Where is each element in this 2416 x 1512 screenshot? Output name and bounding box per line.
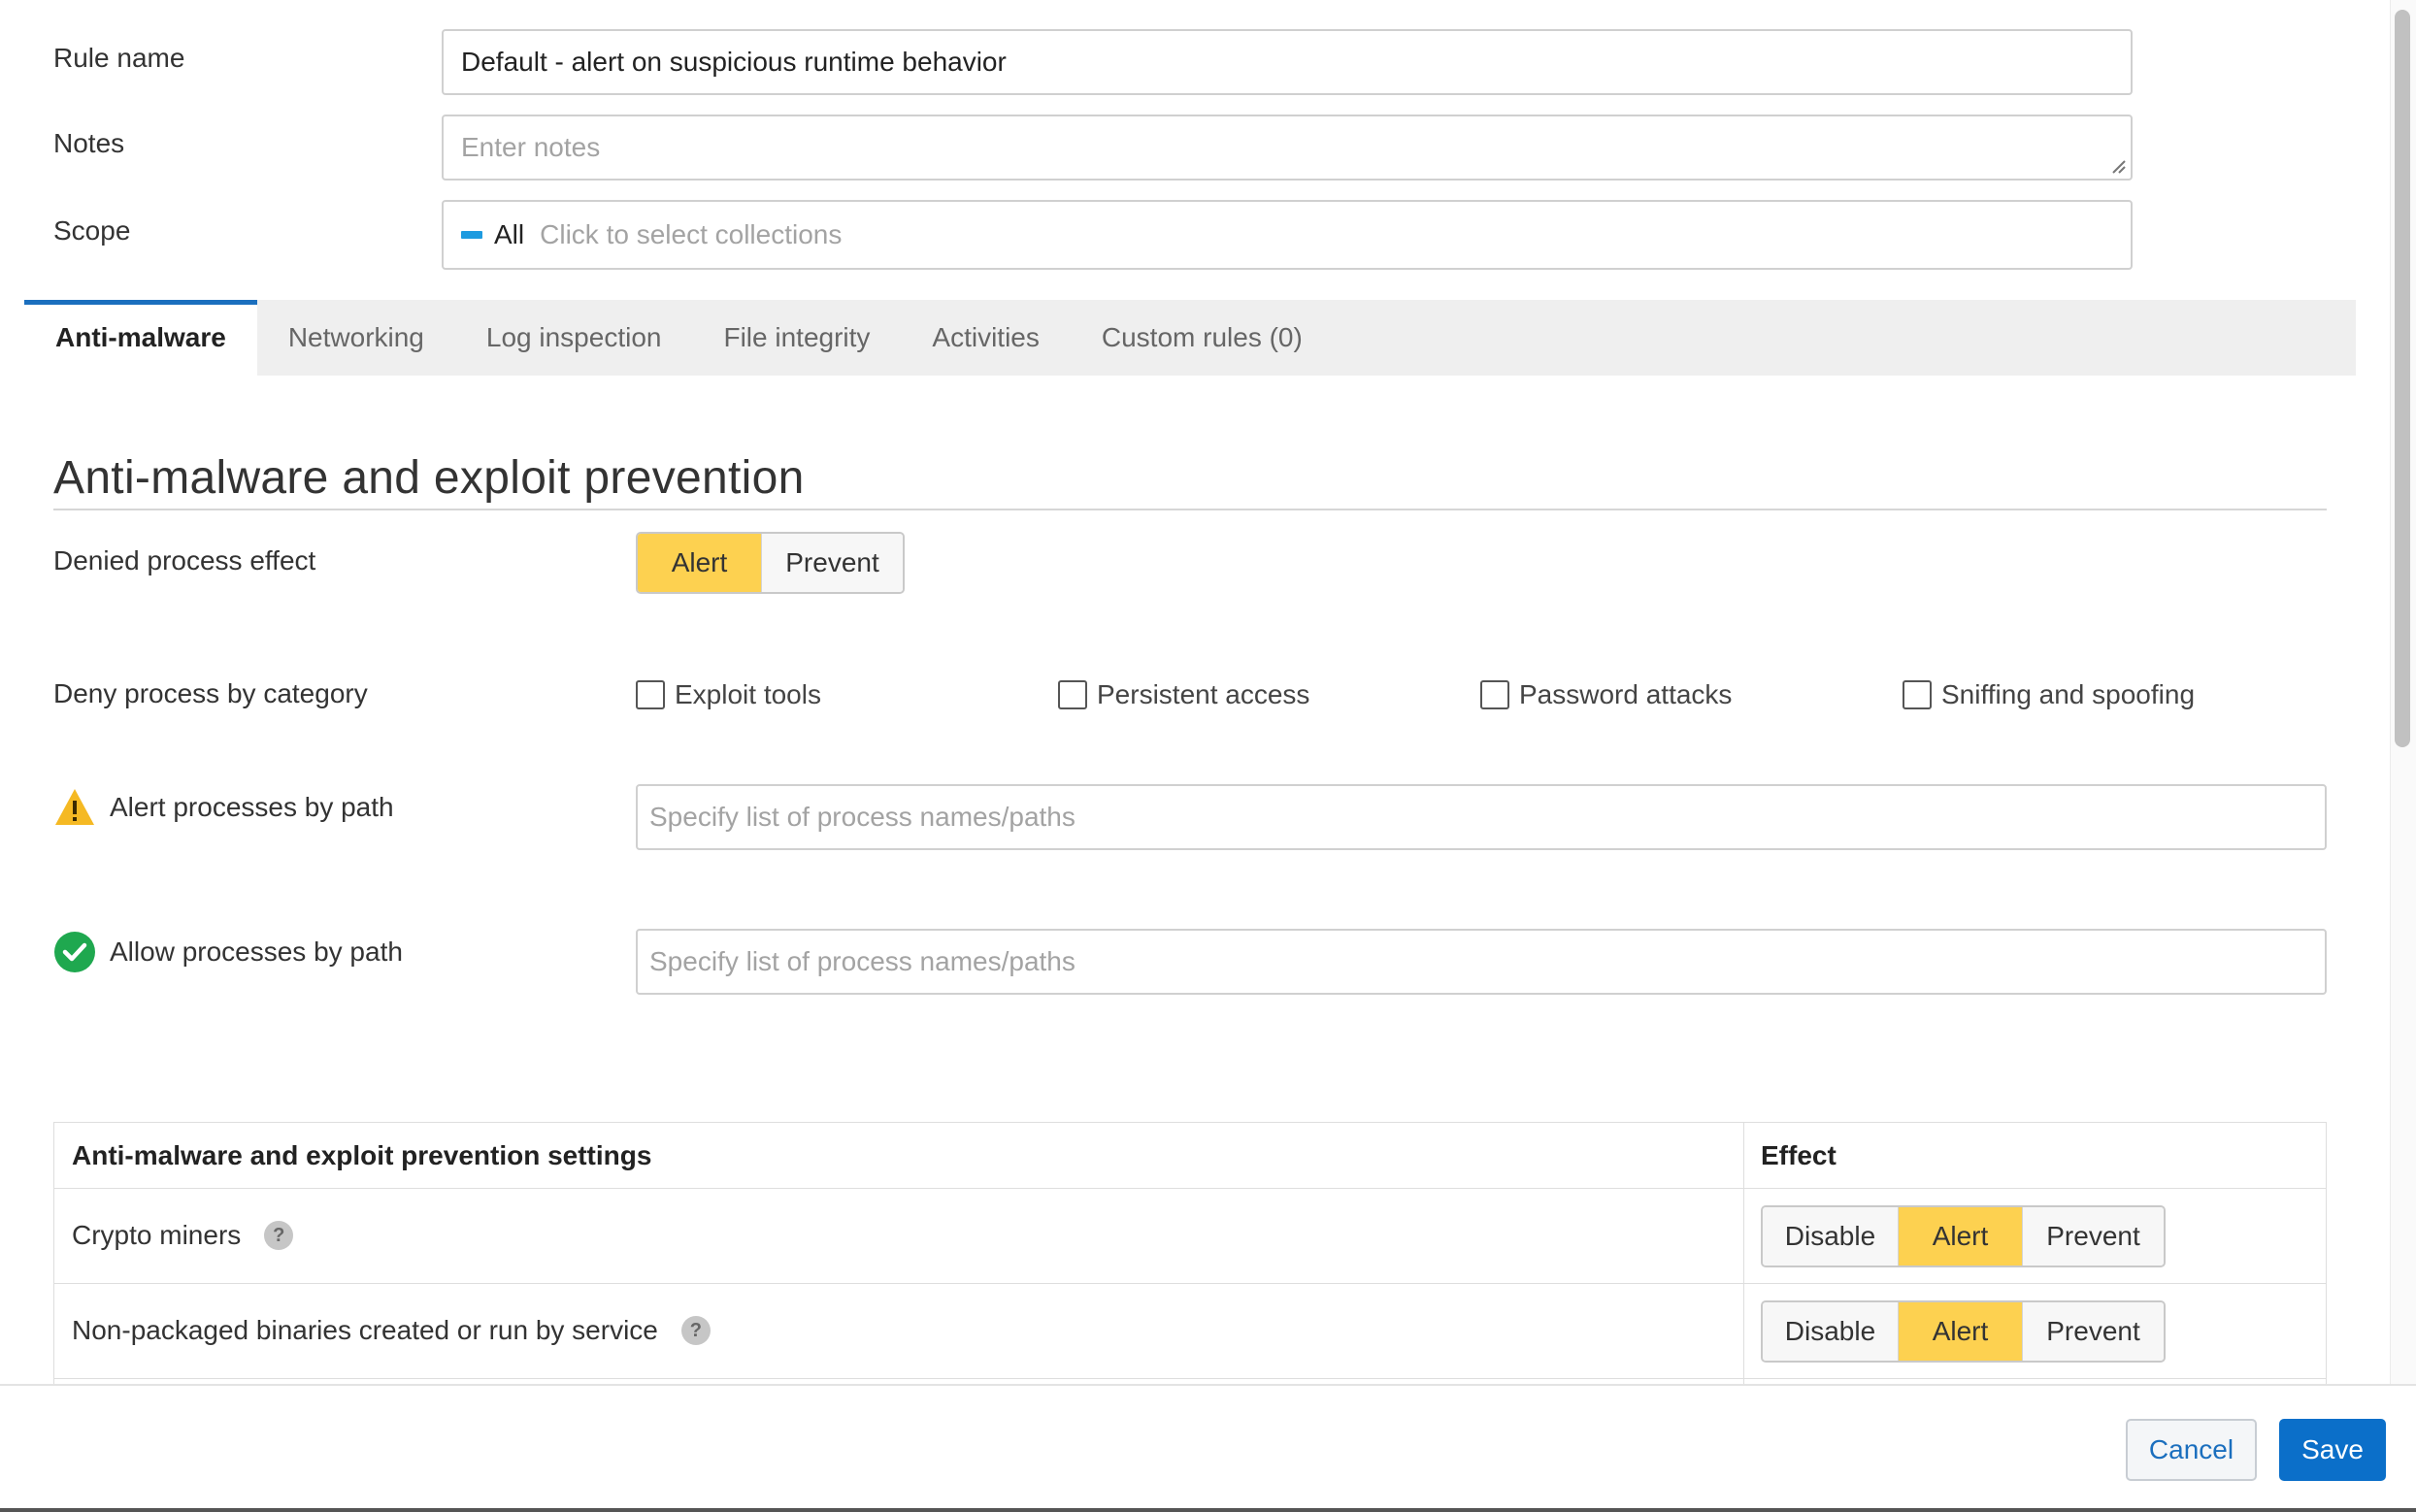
header-effect: Effect: [1761, 1140, 1837, 1170]
dialog-footer: Cancel Save: [0, 1384, 2416, 1512]
alert-by-path-placeholder: Specify list of process names/paths: [649, 802, 1076, 832]
crypto-miners-effect-toggle: Disable Alert Prevent: [1761, 1205, 2166, 1267]
save-button[interactable]: Save: [2279, 1419, 2386, 1481]
scope-marker-icon: [461, 231, 482, 239]
tab-networking[interactable]: Networking: [257, 300, 455, 376]
allow-by-path-label: Allow processes by path: [110, 937, 403, 967]
effect-prevent-button[interactable]: Prevent: [2023, 1207, 2164, 1265]
effect-disable-button[interactable]: Disable: [1763, 1207, 1899, 1265]
tab-activities[interactable]: Activities: [901, 300, 1070, 376]
notes-textarea[interactable]: Enter notes: [442, 115, 2133, 181]
allow-by-path-row: Allow processes by path: [53, 929, 403, 975]
non-packaged-binaries-effect-toggle: Disable Alert Prevent: [1761, 1300, 2166, 1363]
scope-selected-all: All: [494, 219, 525, 249]
rule-editor-page: Rule name Default - alert on suspicious …: [0, 0, 2416, 1512]
alert-by-path-row: Alert processes by path: [53, 784, 394, 831]
setting-label: Non-packaged binaries created or run by …: [72, 1315, 658, 1345]
cancel-button[interactable]: Cancel: [2126, 1419, 2257, 1481]
effect-disable-button[interactable]: Disable: [1763, 1302, 1899, 1361]
alert-by-path-label: Alert processes by path: [110, 792, 394, 822]
rule-name-label: Rule name: [53, 43, 185, 73]
scope-label: Scope: [53, 215, 131, 246]
checkbox-sniffing-spoofing[interactable]: Sniffing and spoofing: [1903, 679, 2195, 710]
checkbox-password-attacks[interactable]: Password attacks: [1480, 679, 1732, 710]
tab-log-inspection[interactable]: Log inspection: [455, 300, 693, 376]
help-icon[interactable]: ?: [264, 1221, 294, 1250]
section-title: Anti-malware and exploit prevention: [53, 452, 805, 504]
checkbox-exploit-tools[interactable]: Exploit tools: [636, 679, 821, 710]
allow-by-path-input[interactable]: Specify list of process names/paths: [636, 929, 2327, 995]
checkbox-label: Password attacks: [1519, 679, 1733, 709]
notes-placeholder: Enter notes: [461, 132, 601, 162]
notes-label: Notes: [53, 128, 125, 158]
allow-by-path-placeholder: Specify list of process names/paths: [649, 946, 1076, 976]
resize-grip-icon[interactable]: [2109, 157, 2127, 175]
denied-effect-prevent-button[interactable]: Prevent: [762, 534, 903, 592]
table-row: Non-packaged binaries created or run by …: [54, 1284, 2326, 1379]
footer-bottom-border: [0, 1508, 2416, 1512]
tab-file-integrity[interactable]: File integrity: [692, 300, 901, 376]
denied-process-effect-label: Denied process effect: [53, 545, 316, 575]
scope-selector[interactable]: All Click to select collections: [442, 200, 2133, 270]
scope-hint: Click to select collections: [540, 219, 843, 249]
effect-prevent-button[interactable]: Prevent: [2023, 1302, 2164, 1361]
rule-name-input[interactable]: Default - alert on suspicious runtime be…: [442, 29, 2133, 95]
checkbox-label: Exploit tools: [675, 679, 821, 709]
effect-alert-button[interactable]: Alert: [1899, 1302, 2023, 1361]
section-divider: [53, 509, 2327, 510]
checkbox-label: Sniffing and spoofing: [1941, 679, 2196, 709]
checkbox-box[interactable]: [1480, 680, 1509, 709]
setting-label: Crypto miners: [72, 1220, 242, 1250]
setting-crypto-miners: Crypto miners ?: [72, 1220, 294, 1251]
effect-alert-button[interactable]: Alert: [1899, 1207, 2023, 1265]
help-icon[interactable]: ?: [680, 1316, 711, 1345]
checkbox-label: Persistent access: [1097, 679, 1310, 709]
header-setting: Anti-malware and exploit prevention sett…: [72, 1140, 652, 1170]
tab-custom-rules[interactable]: Custom rules (0): [1071, 300, 1334, 376]
tab-bar: Anti-malware Networking Log inspection F…: [24, 300, 2356, 376]
checkbox-box[interactable]: [636, 680, 665, 709]
denied-process-effect-toggle: Alert Prevent: [636, 532, 905, 594]
warning-icon: [55, 789, 94, 825]
table-header: Anti-malware and exploit prevention sett…: [54, 1123, 2326, 1189]
checkbox-box[interactable]: [1058, 680, 1087, 709]
settings-table: Anti-malware and exploit prevention sett…: [53, 1122, 2327, 1385]
setting-non-packaged-binaries: Non-packaged binaries created or run by …: [72, 1315, 711, 1346]
check-circle-icon: [54, 932, 95, 972]
checkbox-box[interactable]: [1903, 680, 1932, 709]
checkbox-persistent-access[interactable]: Persistent access: [1058, 679, 1309, 710]
vertical-scrollbar-thumb[interactable]: [2395, 10, 2410, 747]
denied-effect-alert-button[interactable]: Alert: [638, 534, 762, 592]
deny-by-category-label: Deny process by category: [53, 678, 368, 708]
rule-name-value: Default - alert on suspicious runtime be…: [461, 47, 1007, 77]
alert-by-path-input[interactable]: Specify list of process names/paths: [636, 784, 2327, 850]
table-row: Crypto miners ? Disable Alert Prevent: [54, 1189, 2326, 1284]
tab-anti-malware[interactable]: Anti-malware: [24, 300, 257, 376]
